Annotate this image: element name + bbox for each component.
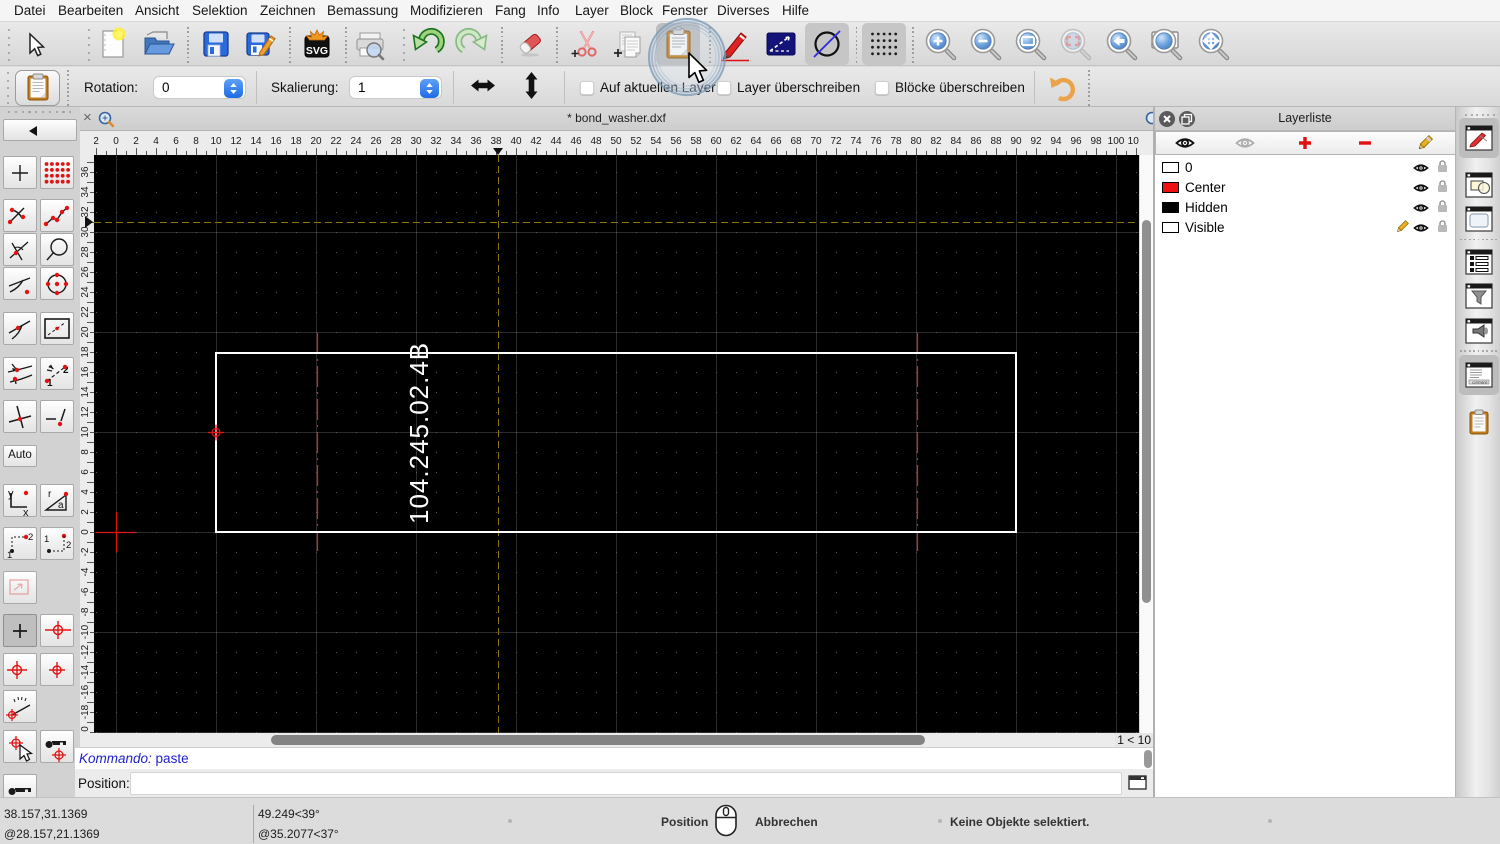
svg-text:86: 86 xyxy=(970,136,982,147)
svg-text:-12: -12 xyxy=(80,644,91,659)
svg-text:2: 2 xyxy=(28,532,33,543)
svg-text:60: 60 xyxy=(710,136,722,147)
svg-text:58: 58 xyxy=(690,136,702,147)
svg-text:64: 64 xyxy=(750,136,762,147)
svg-text:2: 2 xyxy=(80,509,91,515)
svg-text:96: 96 xyxy=(1070,136,1082,147)
svg-text:62: 62 xyxy=(730,136,742,147)
svg-text:4: 4 xyxy=(153,136,159,147)
svg-text:22: 22 xyxy=(80,306,91,318)
svg-text:82: 82 xyxy=(930,136,942,147)
svg-text:66: 66 xyxy=(770,136,782,147)
svg-text:10: 10 xyxy=(210,136,222,147)
svg-text:-2: -2 xyxy=(80,547,91,556)
svg-text:22: 22 xyxy=(330,136,342,147)
svg-text:68: 68 xyxy=(790,136,802,147)
svg-text:42: 42 xyxy=(530,136,542,147)
svg-text:44: 44 xyxy=(550,136,562,147)
svg-text:18: 18 xyxy=(290,136,302,147)
svg-text:56: 56 xyxy=(670,136,682,147)
svg-text:34: 34 xyxy=(450,136,462,147)
svg-text:-18: -18 xyxy=(80,704,91,719)
svg-text:-14: -14 xyxy=(80,664,91,679)
svg-text:46: 46 xyxy=(570,136,582,147)
svg-text:24: 24 xyxy=(80,286,91,298)
svg-text:a: a xyxy=(58,500,64,511)
svg-text:x: x xyxy=(23,507,29,516)
svg-text:8: 8 xyxy=(193,136,199,147)
svg-text:-6: -6 xyxy=(80,587,91,596)
svg-text:0: 0 xyxy=(80,726,91,732)
svg-text:72: 72 xyxy=(830,136,842,147)
svg-text:76: 76 xyxy=(870,136,882,147)
svg-text:54: 54 xyxy=(650,136,662,147)
svg-text:-10: -10 xyxy=(80,624,91,639)
svg-text:2: 2 xyxy=(66,540,71,551)
svg-text:52: 52 xyxy=(630,136,642,147)
svg-text:0: 0 xyxy=(113,136,119,147)
svg-text:28: 28 xyxy=(80,246,91,258)
svg-text:10: 10 xyxy=(80,426,91,438)
svg-text:16: 16 xyxy=(270,136,282,147)
svg-text:-16: -16 xyxy=(80,684,91,699)
svg-text:-4: -4 xyxy=(80,567,91,576)
svg-text:34: 34 xyxy=(80,186,91,198)
svg-text:94: 94 xyxy=(1050,136,1062,147)
svg-text:32: 32 xyxy=(430,136,442,147)
svg-text:40: 40 xyxy=(510,136,522,147)
svg-text:0: 0 xyxy=(80,529,91,535)
svg-text:26: 26 xyxy=(370,136,382,147)
svg-text:48: 48 xyxy=(590,136,602,147)
svg-text:2: 2 xyxy=(93,136,99,147)
svg-text:92: 92 xyxy=(1030,136,1042,147)
svg-text:2: 2 xyxy=(133,136,139,147)
svg-text:30: 30 xyxy=(410,136,422,147)
svg-text:SVG: SVG xyxy=(306,45,328,57)
svg-text:14: 14 xyxy=(80,386,91,398)
svg-text:30: 30 xyxy=(80,226,91,238)
svg-text:104.245.02.4B: 104.245.02.4B xyxy=(404,342,434,524)
svg-text:80: 80 xyxy=(910,136,922,147)
svg-text:y: y xyxy=(8,488,14,500)
svg-text:28: 28 xyxy=(390,136,402,147)
svg-text:32: 32 xyxy=(80,206,91,218)
svg-text:36: 36 xyxy=(80,166,91,178)
svg-text:14: 14 xyxy=(250,136,262,147)
svg-text:1: 1 xyxy=(44,534,49,545)
svg-text:84: 84 xyxy=(950,136,962,147)
svg-text:100: 100 xyxy=(1108,136,1125,147)
svg-text:20: 20 xyxy=(80,326,91,338)
svg-text:-8: -8 xyxy=(80,607,91,616)
svg-text:r: r xyxy=(48,489,52,500)
svg-text:1: 1 xyxy=(7,550,12,559)
svg-text:8: 8 xyxy=(80,449,91,455)
svg-text:98: 98 xyxy=(1090,136,1102,147)
svg-text:102: 102 xyxy=(1128,136,1139,147)
svg-text:38: 38 xyxy=(490,136,502,147)
svg-text:command: command xyxy=(1472,381,1487,385)
svg-text:50: 50 xyxy=(610,136,622,147)
svg-text:88: 88 xyxy=(990,136,1002,147)
svg-text:36: 36 xyxy=(470,136,482,147)
svg-text:20: 20 xyxy=(310,136,322,147)
svg-text:4: 4 xyxy=(80,489,91,495)
svg-text:12: 12 xyxy=(80,406,91,418)
svg-text:70: 70 xyxy=(810,136,822,147)
svg-text:26: 26 xyxy=(80,266,91,278)
svg-text:18: 18 xyxy=(80,346,91,358)
svg-text:16: 16 xyxy=(80,366,91,378)
svg-text:78: 78 xyxy=(890,136,902,147)
svg-text:6: 6 xyxy=(173,136,179,147)
svg-text:90: 90 xyxy=(1010,136,1022,147)
svg-text:12: 12 xyxy=(230,136,242,147)
svg-text:6: 6 xyxy=(80,469,91,475)
svg-text:74: 74 xyxy=(850,136,862,147)
svg-text:24: 24 xyxy=(350,136,362,147)
